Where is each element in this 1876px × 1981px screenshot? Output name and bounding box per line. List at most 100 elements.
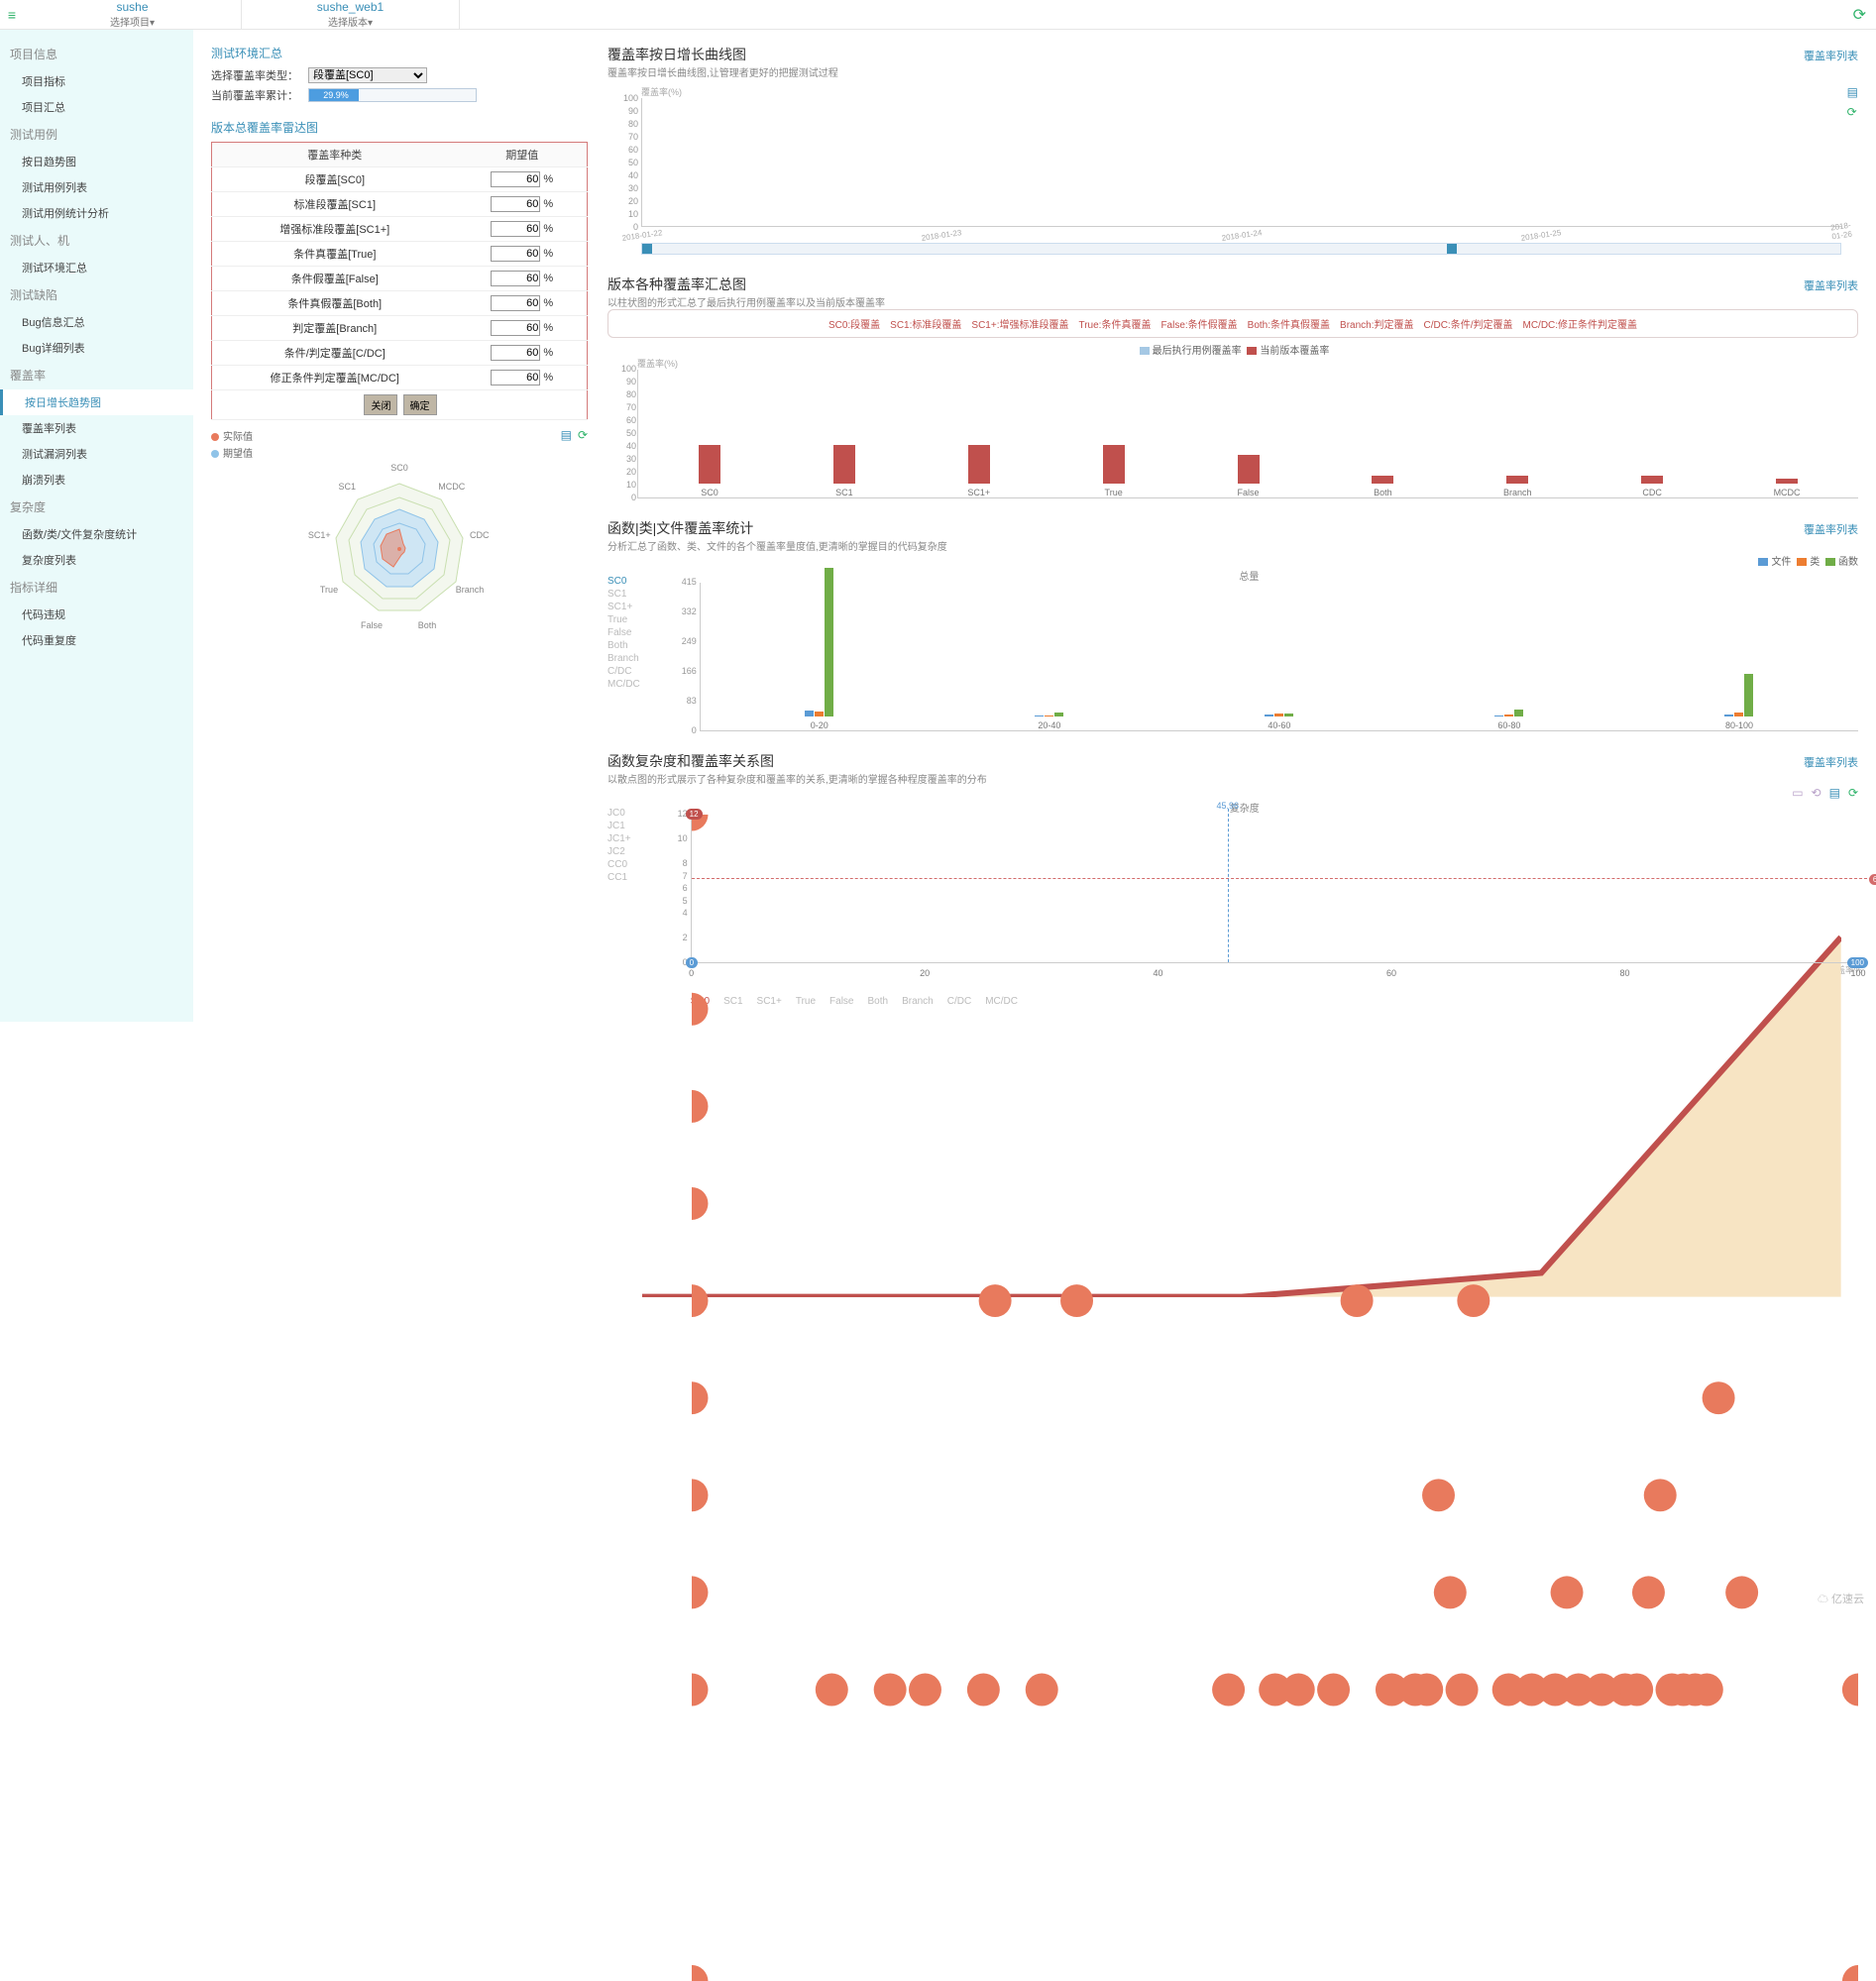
sidebar-item[interactable]: 复杂度列表: [0, 547, 193, 573]
close-button[interactable]: 关闭: [364, 394, 397, 415]
scatter-row-item[interactable]: JC1+: [607, 833, 631, 844]
sidebar-item[interactable]: 测试用例列表: [0, 174, 193, 200]
sidebar-item[interactable]: Bug详细列表: [0, 335, 193, 361]
refresh-icon[interactable]: ⟳: [1853, 5, 1866, 25]
gbar-row-item[interactable]: Both: [607, 640, 640, 651]
gbar-row-item[interactable]: SC1: [607, 589, 640, 600]
sidebar-item[interactable]: 测试用例统计分析: [0, 200, 193, 226]
sidebar-item[interactable]: 按日增长趋势图: [0, 389, 193, 415]
gbar-row-item[interactable]: SC0: [607, 576, 640, 587]
y-tick: 0: [610, 222, 638, 232]
y-tick: 0: [608, 493, 636, 502]
grouped-bar-chart: 4153322491668300-2020-4040-6060-8080-100: [700, 583, 1858, 731]
time-range-slider[interactable]: [641, 243, 1841, 255]
bar-label: SC1: [835, 488, 853, 497]
radar-axis-label: False: [361, 620, 383, 630]
gbar-row-item[interactable]: C/DC: [607, 666, 640, 677]
sidebar-item[interactable]: Bug信息汇总: [0, 309, 193, 335]
radar-legend: 实际值 期望值: [211, 428, 253, 460]
sidebar-item[interactable]: 崩溃列表: [0, 467, 193, 493]
line-table-icon[interactable]: ▤: [1847, 85, 1858, 99]
cov-value-input[interactable]: [491, 295, 540, 311]
radar-axis-label: SC0: [390, 463, 408, 473]
brand-watermark: ☁ 亿速云: [1818, 1591, 1864, 1606]
table-head-expect: 期望值: [458, 143, 588, 167]
scatter-row-item[interactable]: CC1: [607, 872, 631, 883]
gbar: [815, 712, 824, 716]
bar-label: False: [1238, 488, 1260, 497]
project-selector[interactable]: sushe 选择项目▾: [24, 0, 242, 29]
cov-value-input[interactable]: [491, 345, 540, 361]
gbar-row-item[interactable]: SC1+: [607, 602, 640, 612]
gbar-label: 60-80: [1497, 720, 1520, 730]
sidebar-item[interactable]: 按日趋势图: [0, 149, 193, 174]
gbar-label: 80-100: [1725, 720, 1753, 730]
table-head-type: 覆盖率种类: [212, 143, 458, 167]
coverage-list-link[interactable]: 覆盖率列表: [1804, 48, 1858, 63]
sidebar-item[interactable]: 项目汇总: [0, 94, 193, 120]
bar-label: Branch: [1503, 488, 1532, 497]
gbar: [1514, 710, 1523, 716]
y-tick: 83: [667, 696, 697, 706]
table-row: 增强标准段覆盖[SC1+] %: [212, 217, 588, 242]
sidebar-group: 复杂度: [0, 493, 193, 521]
sidebar-item[interactable]: 测试漏洞列表: [0, 441, 193, 467]
bar: [968, 445, 990, 484]
gbar-row-item[interactable]: MC/DC: [607, 679, 640, 690]
bar-group: Branch: [1450, 476, 1585, 497]
x-tick: 60: [1386, 968, 1396, 978]
gbar: [825, 568, 833, 716]
coverage-type-select[interactable]: 段覆盖[SC0]: [308, 67, 427, 83]
cov-value-input[interactable]: [491, 370, 540, 385]
legend-expect[interactable]: 期望值: [211, 445, 253, 460]
confirm-button[interactable]: 确定: [403, 394, 437, 415]
cov-value-input[interactable]: [491, 246, 540, 262]
legend-actual[interactable]: 实际值: [211, 428, 253, 443]
cov-value-input[interactable]: [491, 171, 540, 187]
line-chart-title: 覆盖率按日增长曲线图: [607, 45, 838, 64]
cov-value-input[interactable]: [491, 320, 540, 336]
cov-value-input[interactable]: [491, 271, 540, 286]
version-selector[interactable]: sushe_web1 选择版本▾: [242, 0, 460, 29]
radar-axis-label: SC1+: [308, 530, 331, 540]
scatter-row-item[interactable]: JC1: [607, 821, 631, 831]
gbar-row-item[interactable]: Branch: [607, 653, 640, 664]
bar-label: Both: [1374, 488, 1392, 497]
bar-label: SC0: [701, 488, 718, 497]
y-tick: 60: [608, 415, 636, 425]
table-row: 条件假覆盖[False] %: [212, 267, 588, 291]
line-refresh-icon[interactable]: ⟳: [1847, 105, 1858, 119]
scatter-row-item[interactable]: JC2: [607, 846, 631, 857]
table-row: 段覆盖[SC0] %: [212, 167, 588, 192]
table-view-icon[interactable]: ▤: [561, 428, 572, 442]
gbar-row-item[interactable]: True: [607, 614, 640, 625]
line-chart: 10090807060504030201002018-01-222018-01-…: [641, 98, 1841, 227]
scatter-row-item[interactable]: CC0: [607, 859, 631, 870]
sidebar-item[interactable]: 函数/类/文件复杂度统计: [0, 521, 193, 547]
sidebar-item[interactable]: 覆盖率列表: [0, 415, 193, 441]
sidebar-item[interactable]: 代码重复度: [0, 627, 193, 653]
y-tick: 8: [662, 858, 688, 868]
gbar-row-item[interactable]: False: [607, 627, 640, 638]
project-name: sushe: [116, 0, 148, 14]
sidebar-item[interactable]: 测试环境汇总: [0, 255, 193, 280]
y-tick: 20: [608, 467, 636, 477]
y-tick: 2: [662, 933, 688, 942]
scatter-row-item[interactable]: JC0: [607, 808, 631, 819]
y-tick: 70: [608, 402, 636, 412]
cov-name: 条件真覆盖[True]: [212, 242, 458, 267]
x-tick: 40: [1154, 968, 1163, 978]
cov-value-input[interactable]: [491, 221, 540, 237]
bar-group: SC0: [642, 445, 777, 497]
sidebar-group: 测试人、机: [0, 226, 193, 255]
table-row: 条件真假覆盖[Both] %: [212, 291, 588, 316]
gbar-category-list: SC0 SC1 SC1+ True False Both Branch C/DC MC/DC: [607, 576, 640, 731]
scatter-refresh-icon[interactable]: ⟳: [1848, 786, 1858, 800]
sidebar-item[interactable]: 项目指标: [0, 68, 193, 94]
cov-value-input[interactable]: [491, 196, 540, 212]
menu-icon[interactable]: ≡: [0, 7, 24, 23]
bar-label: CDC: [1642, 488, 1662, 497]
bar-label: MCDC: [1774, 488, 1801, 497]
sidebar-item[interactable]: 代码违规: [0, 602, 193, 627]
radar-refresh-icon[interactable]: ⟳: [578, 428, 588, 442]
